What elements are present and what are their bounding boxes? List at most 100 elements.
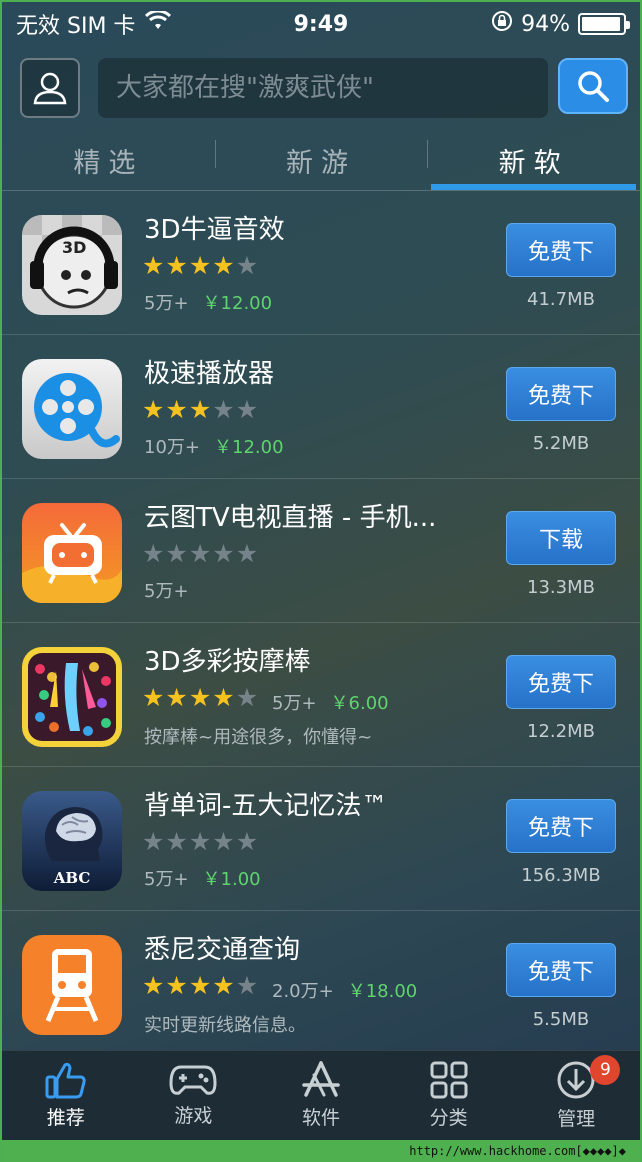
- star-filled-icon: ★: [142, 683, 166, 712]
- star-empty-icon: ★: [235, 971, 260, 1000]
- app-price: ￥12.00: [202, 293, 273, 314]
- nav-categories[interactable]: 分类: [385, 1051, 513, 1140]
- nav-software[interactable]: 软件: [257, 1051, 385, 1140]
- rating-stars: ★★★★★: [142, 395, 259, 424]
- app-meta: 5万+: [144, 577, 189, 603]
- list-item[interactable]: 3D多彩按摩棒 ★★★★★ 5万+ ￥6.00 按摩棒~用途很多，你懂得~ 免费下…: [2, 623, 640, 767]
- rating-stars: ★★★★★: [142, 971, 259, 1000]
- star-filled-icon: ★: [142, 395, 166, 424]
- star-empty-icon: ★: [235, 395, 260, 424]
- grid-icon: [430, 1061, 468, 1099]
- star-empty-icon: ★: [188, 539, 213, 568]
- rating-stars: ★★★★★: [142, 683, 259, 712]
- train-icon: [22, 935, 122, 1035]
- nav-manage[interactable]: 管理 9: [512, 1051, 640, 1140]
- app-name: 背单词-五大记忆法™: [144, 791, 388, 821]
- rating-stars: ★★★★★: [142, 827, 259, 856]
- notification-badge: 9: [590, 1055, 621, 1085]
- search-button[interactable]: [558, 58, 628, 114]
- user-icon: [33, 72, 67, 105]
- nav-recommend[interactable]: 推荐: [2, 1051, 130, 1140]
- download-count: 5万+: [144, 581, 189, 602]
- status-bar: 无效 SIM 卡 9:49 94%: [2, 2, 640, 46]
- nav-label: 游戏: [174, 1105, 213, 1127]
- rating-stars: ★★★★★: [142, 251, 259, 280]
- app-name: 3D牛逼音效: [144, 215, 285, 245]
- app-meta: 10万+ ￥12.00: [144, 433, 284, 459]
- nav-games[interactable]: 游戏: [130, 1051, 258, 1140]
- star-filled-icon: ★: [188, 971, 213, 1000]
- star-empty-icon: ★: [165, 827, 189, 856]
- download-button[interactable]: 免费下: [506, 799, 616, 853]
- download-button[interactable]: 下载: [506, 511, 616, 565]
- download-button[interactable]: 免费下: [506, 943, 616, 997]
- app-meta: 5万+ ￥12.00: [144, 289, 272, 315]
- app-meta: 2.0万+ ￥18.00: [272, 977, 417, 1003]
- app-price: ￥6.00: [330, 693, 389, 714]
- list-item[interactable]: 云图TV电视直播 - 手机... ★★★★★ 5万+ 下载 13.3MB: [2, 479, 640, 623]
- download-count: 5万+: [144, 293, 189, 314]
- tab-featured[interactable]: 精选: [2, 130, 215, 190]
- tab-new-games[interactable]: 新游: [214, 130, 428, 190]
- star-empty-icon: ★: [212, 539, 236, 568]
- star-empty-icon: ★: [235, 251, 260, 280]
- nav-label: 分类: [429, 1107, 468, 1129]
- app-size: 5.2MB: [532, 433, 590, 454]
- app-size: 41.7MB: [527, 289, 595, 310]
- gamepad-icon: [169, 1065, 217, 1095]
- app-description: 实时更新线路信息。: [144, 1015, 306, 1036]
- list-item[interactable]: 3D 3D牛逼音效 ★★★★★ 5万+ ￥12.00 免费下 41.7MB: [2, 191, 640, 335]
- app-meta: 5万+ ￥6.00: [272, 689, 389, 715]
- list-item[interactable]: 极速播放器 ★★★★★ 10万+ ￥12.00 免费下 5.2MB: [2, 335, 640, 479]
- star-filled-icon: ★: [188, 395, 213, 424]
- app-size: 5.5MB: [532, 1009, 590, 1030]
- download-button[interactable]: 免费下: [506, 223, 616, 277]
- star-filled-icon: ★: [212, 251, 236, 280]
- film-reel-icon: [22, 359, 122, 459]
- star-filled-icon: ★: [165, 971, 189, 1000]
- list-item[interactable]: ABC 背单词-五大记忆法™ ★★★★★ 5万+ ￥1.00 免费下 156.3M…: [2, 767, 640, 911]
- battery-percent: 94%: [521, 11, 570, 37]
- download-count: 2.0万+: [272, 981, 334, 1002]
- tab-new-apps[interactable]: 新软: [427, 130, 640, 190]
- rating-stars: ★★★★★: [142, 539, 259, 568]
- star-empty-icon: ★: [188, 827, 213, 856]
- top-bar: [2, 54, 640, 120]
- watermark-url: http://www.hackhome.com[◆◆◆◆]◆: [2, 1140, 640, 1162]
- star-filled-icon: ★: [142, 251, 166, 280]
- star-filled-icon: ★: [165, 683, 189, 712]
- app-description: 按摩棒~用途很多，你懂得~: [144, 727, 373, 748]
- download-button[interactable]: 免费下: [506, 655, 616, 709]
- star-empty-icon: ★: [165, 539, 189, 568]
- app-list: 3D 3D牛逼音效 ★★★★★ 5万+ ￥12.00 免费下 41.7MB 极速播…: [2, 191, 640, 1055]
- app-price: ￥1.00: [202, 869, 261, 890]
- rotation-lock-icon: [491, 10, 513, 38]
- svg-text:ABC: ABC: [53, 869, 91, 887]
- bottom-nav: 推荐 游戏 软件 分类 管理 9: [2, 1050, 640, 1140]
- tab-bar: 精选 新游 新软: [2, 130, 640, 190]
- headphones-face-icon: 3D: [22, 215, 122, 315]
- wifi-icon: [145, 9, 172, 37]
- star-filled-icon: ★: [188, 683, 213, 712]
- list-item[interactable]: 悉尼交通查询 ★★★★★ 2.0万+ ￥18.00 实时更新线路信息。 免费下 5…: [2, 911, 640, 1055]
- user-profile-button[interactable]: [20, 58, 80, 118]
- app-name: 极速播放器: [144, 359, 275, 389]
- app-name: 3D多彩按摩棒: [144, 647, 311, 677]
- star-filled-icon: ★: [165, 251, 189, 280]
- star-empty-icon: ★: [212, 827, 236, 856]
- star-filled-icon: ★: [142, 971, 166, 1000]
- download-button[interactable]: 免费下: [506, 367, 616, 421]
- nav-label: 推荐: [46, 1107, 85, 1129]
- download-count: 10万+: [144, 437, 200, 458]
- status-right: 94%: [491, 10, 630, 38]
- battery-icon: [578, 13, 630, 35]
- star-empty-icon: ★: [212, 395, 236, 424]
- carrier-label: 无效 SIM 卡: [16, 14, 136, 39]
- colorful-lights-icon: [22, 647, 122, 747]
- battery-fill: [582, 17, 620, 31]
- app-size: 13.3MB: [527, 577, 595, 598]
- search-input[interactable]: [98, 58, 548, 118]
- app-price: ￥18.00: [347, 981, 418, 1002]
- star-empty-icon: ★: [142, 539, 166, 568]
- app-name: 悉尼交通查询: [144, 935, 301, 965]
